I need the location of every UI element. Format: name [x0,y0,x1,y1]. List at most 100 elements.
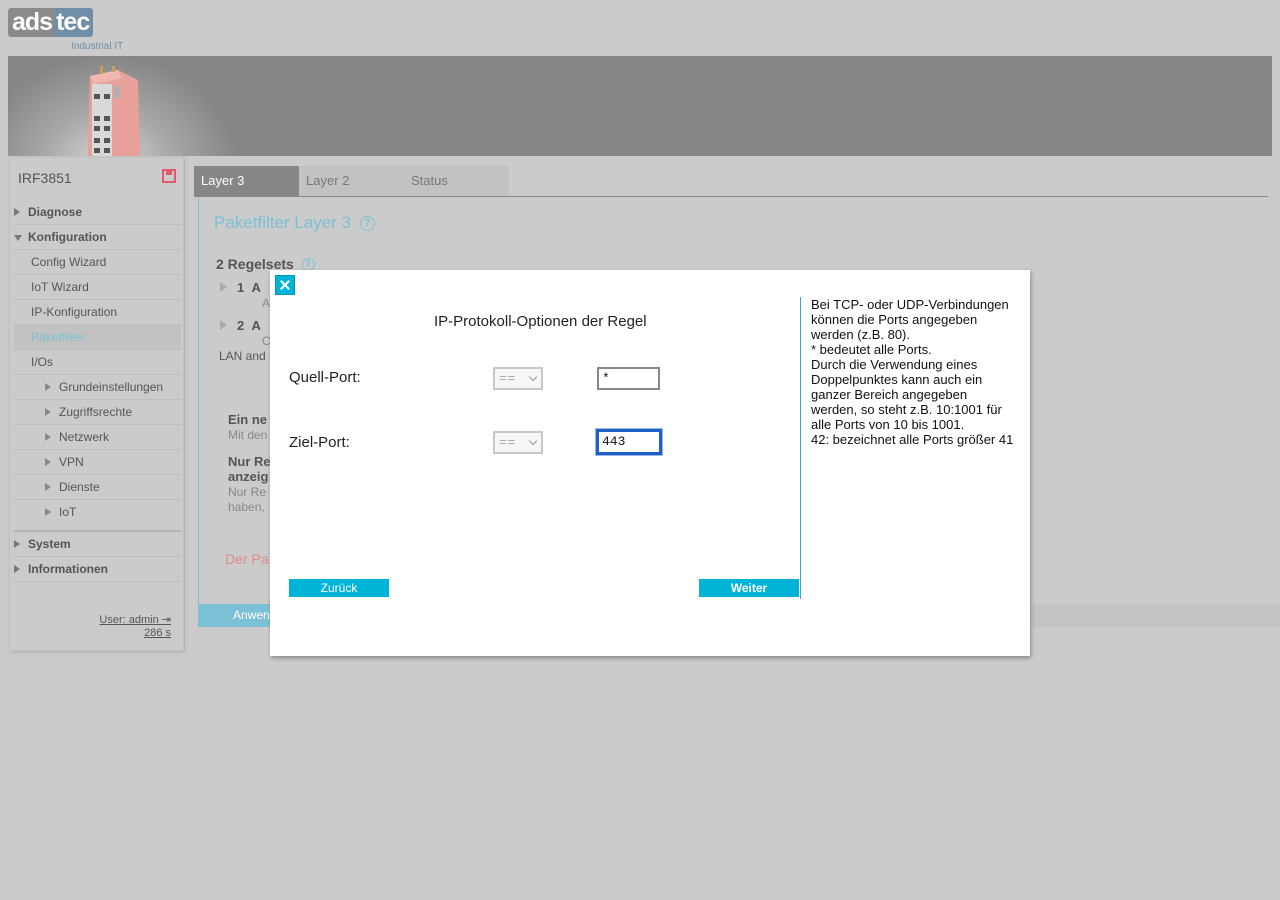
sidebar-item-label: System [28,537,71,551]
ruleset-name: A [251,280,261,295]
session-timer: 286 s [144,627,171,639]
ruleset-number: 2 [237,318,245,333]
sidebar-item-iot[interactable]: IoT [14,500,181,532]
sidebar-item-informationen[interactable]: Informationen [14,557,181,582]
collapse-arrow-icon [14,235,22,241]
sidebar-item-label: Informationen [28,562,108,576]
operator-value: == [499,434,517,449]
page-title-text: Paketfilter Layer 3 [214,213,352,232]
session-info: User: admin ⇥ 286 s [99,614,171,640]
help-text-line: 42: bezeichnet alle Ports größer 41 [811,432,1014,447]
sidebar-item-vpn[interactable]: VPN [14,450,181,475]
dest-port-label: Ziel-Port: [289,434,350,451]
router-device-image [88,66,140,156]
dialog-title: IP-Protokoll-Optionen der Regel [434,313,647,330]
help-icon[interactable]: ? [359,216,375,231]
sidebar-item-label: VPN [59,455,84,469]
sidebar-item-ios[interactable]: I/Os [14,350,181,375]
sidebar-item-ip-konfiguration[interactable]: IP-Konfiguration [14,300,181,325]
expand-arrow-icon [14,540,20,548]
sidebar-item-label: Grundeinstellungen [59,380,164,394]
only-rules-text: Nur Re [228,485,267,499]
sidebar-item-konfiguration[interactable]: Konfiguration [14,225,181,250]
back-button[interactable]: Zurück [289,579,389,597]
ruleset-description: A [262,296,271,310]
only-rules-title: Nur Re [228,454,271,469]
dest-port-operator-select[interactable]: == [493,431,543,454]
dialog-divider [800,297,801,599]
sidebar-item-netzwerk[interactable]: Netzwerk [14,425,181,450]
header-banner [8,56,1272,156]
page-title: Paketfilter Layer 3 ? [214,213,375,233]
ruleset-number: 1 [237,280,245,295]
sidebar-item-label: IoT [59,505,77,519]
close-icon[interactable] [275,275,295,295]
sidebar-item-label: IoT Wizard [31,280,89,294]
user-label: User: admin [99,614,159,626]
sidebar-item-label: Zugriffsrechte [59,405,133,419]
expand-arrow-icon [14,565,20,573]
expand-arrow-icon [220,320,227,330]
sidebar-item-label: Paketfilter [31,330,85,344]
sidebar-item-label: Config Wizard [31,255,107,269]
help-text-line: * bedeutet alle Ports. [811,342,932,357]
sidebar-item-dienste[interactable]: Dienste [14,475,181,500]
user-logout-link[interactable]: User: admin ⇥ [99,614,171,627]
source-port-input[interactable]: * [597,367,660,390]
tab-layer-3[interactable]: Layer 3 [194,166,299,196]
sidebar-item-system[interactable]: System [14,532,181,557]
sidebar-item-iot-wizard[interactable]: IoT Wizard [14,275,181,300]
operator-value: == [499,370,517,385]
help-text-line: Durch die Verwendung eines Doppelpunktes… [811,357,1002,432]
source-port-operator-select[interactable]: == [493,367,543,390]
sidebar-item-config-wizard[interactable]: Config Wizard [14,250,181,275]
sidebar-item-label: IP-Konfiguration [31,305,118,319]
logo-ads-text: ads [8,8,55,37]
sidebar-item-label: I/Os [31,355,54,369]
logout-icon: ⇥ [161,614,171,626]
adstec-logo: ads tec Industrial IT [8,8,136,54]
ip-protocol-options-dialog: IP-Protokoll-Optionen der Regel Quell-Po… [270,270,1030,656]
sidebar-item-label: Netzwerk [59,430,110,444]
next-button[interactable]: Weiter [699,579,799,597]
sidebar-item-paketfilter[interactable]: Paketfilter [14,325,181,350]
tab-bar: Layer 3 Layer 2 Status [194,166,509,196]
logo-tec-text: tec [54,8,94,37]
chevron-down-icon [528,436,538,446]
sidebar-nav: Diagnose Konfiguration Config Wizard IoT… [14,200,181,582]
sidebar-item-label: Diagnose [28,205,83,219]
dest-port-input[interactable]: 443 [595,428,663,456]
only-rules-text-2: haben, [228,500,265,514]
tab-divider [194,196,1268,197]
new-rule-text: Mit den [228,428,268,442]
new-rule-title: Ein ne [228,412,268,427]
sidebar-item-zugriffsrechte[interactable]: Zugriffsrechte [14,400,181,425]
ruleset-lan-text: LAN and [219,349,266,363]
tab-status[interactable]: Status [404,166,509,196]
save-icon[interactable] [162,169,176,183]
ruleset-name: A [251,318,261,333]
help-text-line: Bei TCP- oder UDP-Verbindungen können di… [811,297,1009,342]
expand-arrow-icon [45,458,51,466]
expand-arrow-icon [45,508,51,516]
expand-arrow-icon [45,433,51,441]
sidebar-item-label: Konfiguration [28,230,107,244]
chevron-down-icon [528,372,538,382]
sidebar: IRF3851 Diagnose Konfiguration Config Wi… [9,157,184,651]
expand-arrow-icon [45,383,51,391]
help-text-panel: Bei TCP- oder UDP-Verbindungen können di… [811,297,1016,447]
device-name: IRF3851 [18,170,72,186]
expand-arrow-icon [45,408,51,416]
only-rules-title-2: anzeig [228,469,269,484]
sidebar-item-diagnose[interactable]: Diagnose [14,200,181,225]
sidebar-item-grundeinstellungen[interactable]: Grundeinstellungen [14,375,181,400]
warning-text: Der Pa [225,551,269,567]
content-footer [1030,604,1280,627]
expand-arrow-icon [220,282,227,292]
source-port-label: Quell-Port: [289,369,361,386]
tab-layer-2[interactable]: Layer 2 [299,166,404,196]
sidebar-item-label: Dienste [59,480,100,494]
logo-tagline: Industrial IT [71,41,124,52]
expand-arrow-icon [45,483,51,491]
content-border [198,197,199,604]
